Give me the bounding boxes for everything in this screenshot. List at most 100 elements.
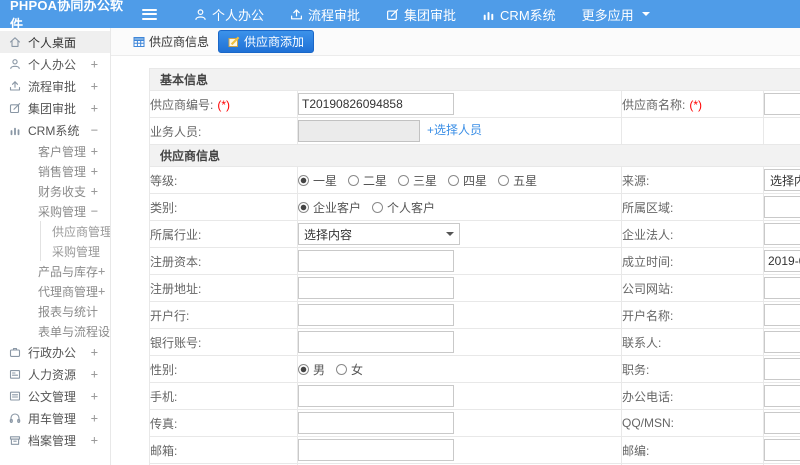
level-radio-0[interactable]: 一星 bbox=[298, 172, 337, 189]
field-label: 供应商编号: bbox=[150, 97, 214, 112]
sidebar-item-13[interactable]: 报表与统计 bbox=[0, 301, 110, 321]
email-input[interactable] bbox=[298, 439, 454, 461]
field-label-cell: 企业法人: bbox=[621, 220, 764, 248]
sidebar-item-8[interactable]: 采购管理 − bbox=[0, 201, 110, 221]
field-value-cell bbox=[297, 90, 622, 118]
position-input[interactable] bbox=[764, 358, 800, 380]
sidebar-item-4[interactable]: CRM系统 − bbox=[0, 119, 110, 141]
radio-icon[interactable] bbox=[298, 363, 309, 375]
radio-icon[interactable] bbox=[498, 174, 510, 186]
field-value-cell bbox=[762, 274, 800, 302]
select-person-link[interactable]: +选择人员 bbox=[427, 123, 482, 137]
radio-icon[interactable] bbox=[448, 174, 460, 186]
level-radio-1[interactable]: 二星 bbox=[348, 172, 387, 189]
bank-account-input[interactable] bbox=[298, 331, 454, 353]
qq-msn-input[interactable] bbox=[764, 412, 800, 434]
user-icon bbox=[194, 8, 207, 21]
field-label: 成立时间: bbox=[622, 254, 674, 269]
top-nav-upload[interactable]: 流程审批 bbox=[277, 0, 373, 28]
user-icon bbox=[9, 58, 21, 70]
account-name-input[interactable] bbox=[764, 304, 800, 326]
section-header: 基本信息 bbox=[148, 68, 800, 91]
field-value-cell bbox=[762, 328, 800, 356]
top-nav-label: 流程审批 bbox=[308, 7, 361, 23]
company-website-input[interactable] bbox=[764, 277, 800, 299]
field-label: 企业法人: bbox=[622, 227, 674, 242]
sidebar-item-1[interactable]: 个人办公 + bbox=[0, 53, 110, 75]
field-label: 业务人员: bbox=[150, 124, 202, 139]
home-icon bbox=[9, 36, 21, 48]
source-select[interactable]: 选择内容 bbox=[764, 169, 800, 191]
radio-icon[interactable] bbox=[348, 174, 360, 186]
business-staff-input[interactable] bbox=[298, 120, 420, 142]
level-radio-4[interactable]: 五星 bbox=[498, 172, 537, 189]
sidebar-item-17[interactable]: 公文管理 + bbox=[0, 385, 110, 407]
top-nav-edit[interactable]: 集团审批 bbox=[373, 0, 469, 28]
region-input[interactable] bbox=[764, 196, 800, 218]
top-nav-caret-down[interactable]: 更多应用 bbox=[569, 0, 663, 28]
sidebar-item-15[interactable]: 行政办公 + bbox=[0, 341, 110, 363]
top-nav-user[interactable]: 个人办公 bbox=[181, 0, 277, 28]
expander-icon: + bbox=[90, 411, 98, 425]
sidebar-item-label: 客户管理 bbox=[38, 144, 87, 159]
category-radio-1[interactable]: 个人客户 bbox=[372, 199, 435, 216]
category-radio-0[interactable]: 企业客户 bbox=[298, 199, 361, 216]
sidebar-item-12[interactable]: 代理商管理 + bbox=[0, 281, 110, 301]
industry-select[interactable]: 选择内容 bbox=[298, 223, 460, 245]
top-navigation-bar: PHPOA协同办公软件 个人办公 流程审批 集团审批 CRM系统 更多应用 bbox=[0, 0, 800, 32]
level-radio-3[interactable]: 四星 bbox=[448, 172, 487, 189]
sidebar-item-label: 用车管理 bbox=[28, 411, 77, 426]
gender-radio-1[interactable]: 女 bbox=[336, 361, 363, 378]
radio-icon[interactable] bbox=[398, 174, 410, 186]
registered-address-input[interactable] bbox=[298, 277, 454, 299]
field-label: 邮编: bbox=[622, 443, 650, 458]
sidebar-item-label: 公文管理 bbox=[28, 389, 77, 404]
section-header: 供应商信息 bbox=[148, 144, 800, 167]
bank-name-input[interactable] bbox=[298, 304, 454, 326]
sidebar-item-7[interactable]: 财务收支 + bbox=[0, 181, 110, 201]
sidebar-item-5[interactable]: 客户管理 + bbox=[0, 141, 110, 161]
legal-person-input[interactable] bbox=[764, 223, 800, 245]
fax-input[interactable] bbox=[298, 412, 454, 434]
top-nav-chart[interactable]: CRM系统 bbox=[469, 0, 569, 28]
sidebar-item-label: 产品与库存 bbox=[38, 264, 99, 279]
field-label-cell: 银行账号: bbox=[149, 328, 298, 356]
edit-icon bbox=[386, 8, 399, 21]
expander-icon: + bbox=[90, 101, 98, 115]
gender-radio-0[interactable]: 男 bbox=[298, 361, 325, 378]
supplier-no-input[interactable] bbox=[298, 93, 454, 115]
sidebar-item-0[interactable]: 个人桌面 bbox=[0, 31, 110, 53]
doc-icon bbox=[9, 390, 21, 402]
sidebar-item-6[interactable]: 销售管理 + bbox=[0, 161, 110, 181]
field-value-cell bbox=[762, 117, 800, 145]
menu-toggle-icon[interactable] bbox=[142, 6, 157, 22]
tab-0[interactable]: 供应商信息 bbox=[133, 33, 209, 50]
zip-code-input[interactable] bbox=[764, 439, 800, 461]
field-label-cell: 供应商名称: (*) bbox=[621, 90, 764, 118]
sidebar-item-2[interactable]: 流程审批 + bbox=[0, 75, 110, 97]
established-date-input[interactable] bbox=[764, 250, 800, 272]
field-value-cell bbox=[762, 436, 800, 464]
sidebar-item-18[interactable]: 用车管理 + bbox=[0, 407, 110, 429]
mobile-input[interactable] bbox=[298, 385, 454, 407]
supplier-name-input[interactable] bbox=[764, 93, 800, 115]
sidebar-item-19[interactable]: 档案管理 + bbox=[0, 429, 110, 451]
radio-icon[interactable] bbox=[336, 363, 348, 375]
sidebar-item-9[interactable]: 供应商管理 bbox=[40, 221, 110, 241]
sidebar-item-14[interactable]: 表单与流程设置+ bbox=[0, 321, 110, 341]
radio-label: 一星 bbox=[313, 173, 338, 188]
sidebar-item-16[interactable]: 人力资源 + bbox=[0, 363, 110, 385]
field-label: 开户名称: bbox=[622, 308, 674, 323]
radio-icon[interactable] bbox=[298, 201, 309, 213]
level-radio-2[interactable]: 三星 bbox=[398, 172, 437, 189]
sidebar-item-11[interactable]: 产品与库存 + bbox=[0, 261, 110, 281]
tab-1[interactable]: 供应商添加 bbox=[218, 30, 315, 53]
sidebar-menu: 个人桌面 个人办公 + 流程审批 + 集团审批 + CRM系统 − 客户管理 + 销售管理 + 财务收支 +… bbox=[0, 28, 111, 465]
registered-capital-input[interactable] bbox=[298, 250, 454, 272]
contact-person-input[interactable] bbox=[764, 331, 800, 353]
sidebar-item-10[interactable]: 采购管理 bbox=[40, 241, 110, 261]
sidebar-item-3[interactable]: 集团审批 + bbox=[0, 97, 110, 119]
radio-icon[interactable] bbox=[372, 201, 384, 213]
office-phone-input[interactable] bbox=[764, 385, 800, 407]
radio-icon[interactable] bbox=[298, 174, 309, 186]
